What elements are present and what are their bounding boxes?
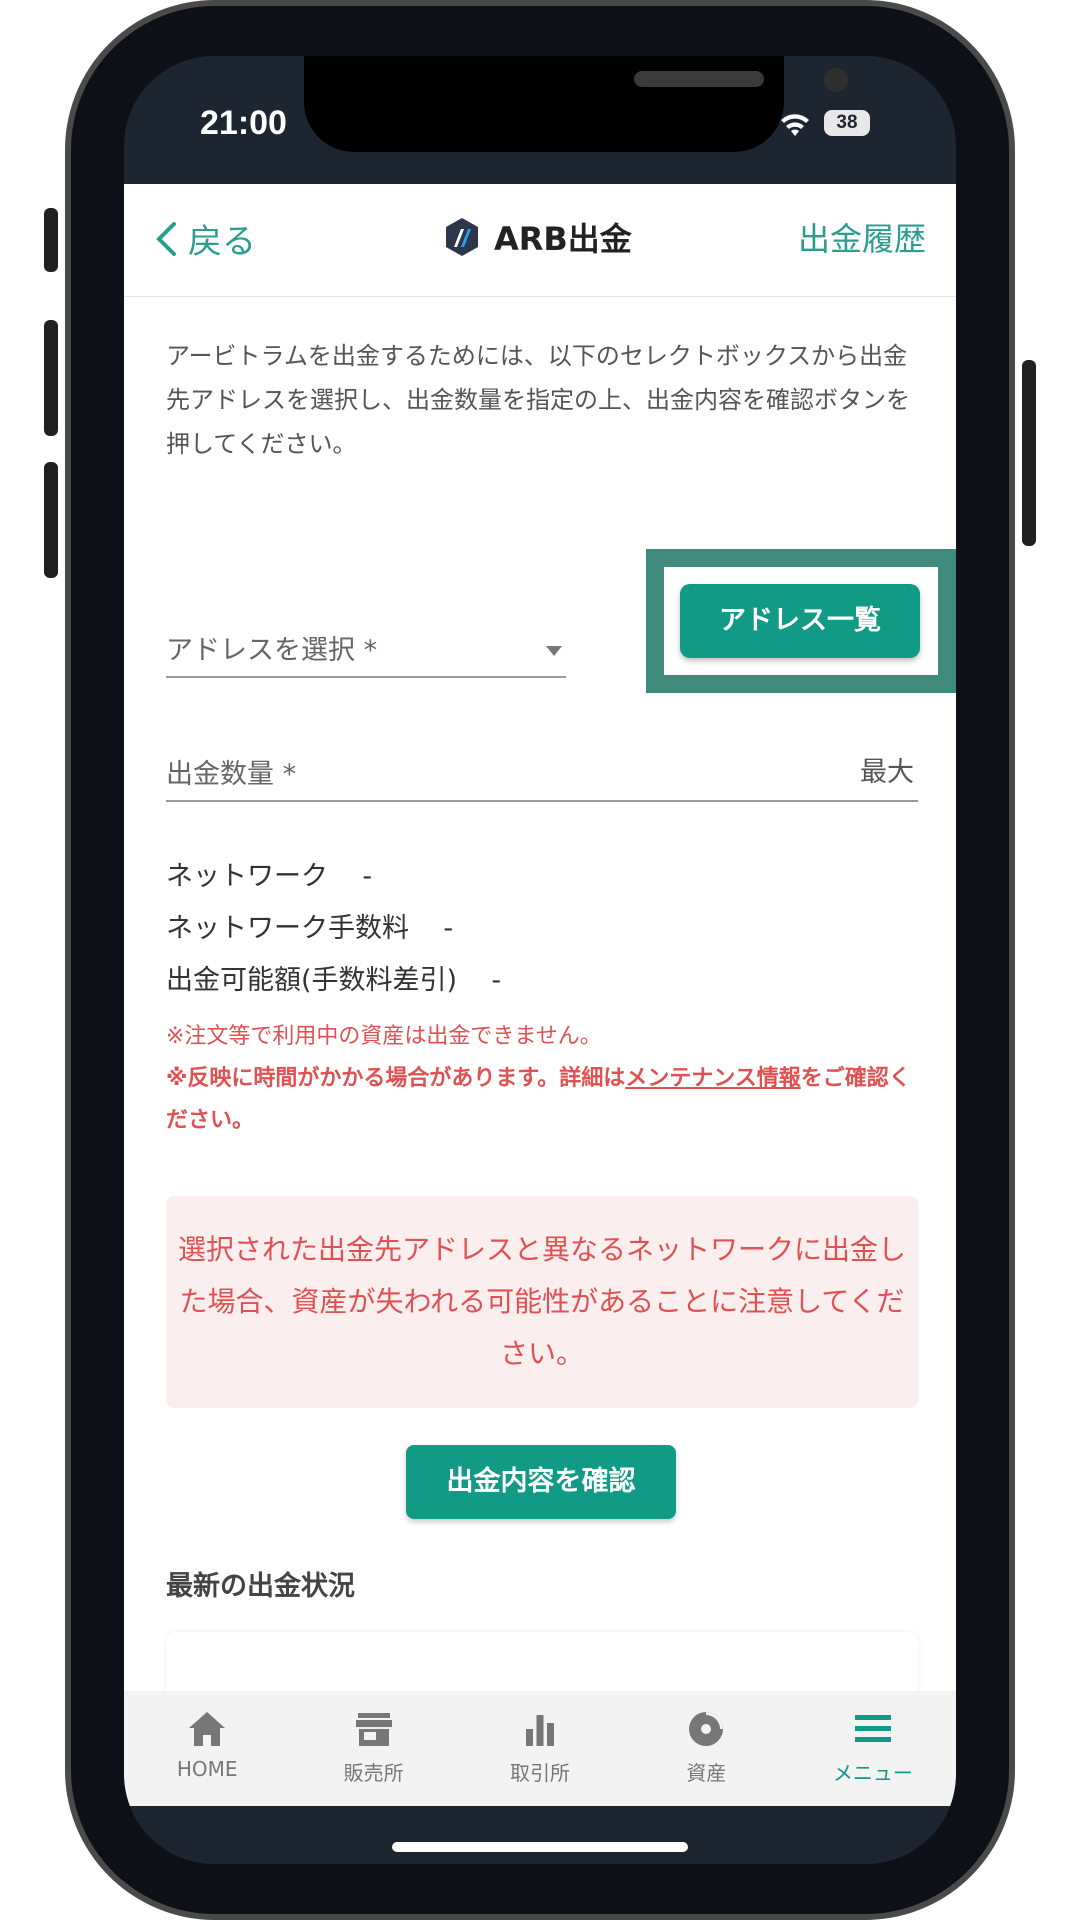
navigation-bar: 戻る ARB出金 出金履歴	[124, 184, 956, 297]
network-fee-value: -	[443, 913, 454, 944]
tab-home[interactable]: HOME	[124, 1691, 290, 1806]
battery-icon: 38	[824, 110, 870, 136]
status-time: 21:00	[200, 104, 287, 142]
store-icon	[355, 1713, 392, 1746]
bottom-tab-bar: HOME 販売所 取引所 資産 メニュー	[124, 1691, 956, 1806]
tab-exchange[interactable]: 取引所	[457, 1691, 623, 1806]
max-button[interactable]: 最大	[860, 750, 914, 789]
network-row: ネットワーク -	[166, 854, 372, 893]
available-amount-value: -	[491, 965, 502, 996]
latest-withdrawal-heading: 最新の出金状況	[166, 1571, 355, 1602]
network-label: ネットワーク	[166, 861, 328, 892]
tab-menu[interactable]: メニュー	[790, 1691, 956, 1806]
bar-chart-icon	[526, 1715, 555, 1746]
status-bar: 21:00 38	[124, 56, 956, 184]
tab-menu-label: メニュー	[832, 1761, 913, 1785]
tab-store-label: 販売所	[343, 1761, 404, 1785]
battery-level: 38	[836, 112, 858, 133]
note-reflection-delay: ※反映に時間がかかる場合があります。詳細はメンテナンス情報をご確認ください。	[166, 1058, 926, 1142]
instruction-text: アービトラムを出金するためには、以下のセレクトボックスから出金先アドレスを選択し…	[166, 342, 910, 458]
confirm-withdrawal-button[interactable]: 出金内容を確認	[406, 1445, 676, 1519]
dropdown-arrow-icon	[546, 646, 562, 656]
back-label: 戻る	[188, 222, 256, 262]
volume-down-button	[44, 462, 58, 578]
home-indicator-area	[124, 1806, 956, 1864]
wifi-icon	[781, 114, 809, 136]
tab-assets-label: 資産	[686, 1761, 727, 1785]
front-camera	[824, 68, 848, 92]
home-indicator[interactable]	[392, 1842, 688, 1852]
mute-switch	[44, 208, 58, 272]
screen: 21:00 38 戻る ARB出金 出金履歴 アービトラムを出金するためには、以…	[124, 56, 956, 1864]
volume-up-button	[44, 320, 58, 436]
back-button[interactable]: 戻る	[154, 214, 256, 263]
tab-assets[interactable]: 資産	[623, 1691, 789, 1806]
address-list-button[interactable]: アドレス一覧	[680, 584, 920, 658]
menu-icon	[854, 1715, 891, 1742]
app-content: 戻る ARB出金 出金履歴 アービトラムを出金するためには、以下のセレクトボック…	[124, 184, 956, 1752]
network-fee-label: ネットワーク手数料	[166, 913, 409, 944]
tab-exchange-label: 取引所	[510, 1761, 571, 1785]
tab-store[interactable]: 販売所	[290, 1691, 456, 1806]
tab-home-label: HOME	[176, 1757, 238, 1781]
chevron-left-icon	[156, 221, 176, 256]
amount-label: 出金数量 *	[166, 759, 297, 790]
home-icon	[189, 1712, 226, 1746]
network-value: -	[362, 861, 373, 892]
title-text: ARB出金	[494, 220, 632, 258]
address-select-label: アドレスを選択 *	[166, 635, 378, 666]
network-warning-box: 選択された出金先アドレスと異なるネットワークに出金した場合、資産が失われる可能性…	[166, 1196, 918, 1408]
network-fee-row: ネットワーク手数料 -	[166, 906, 453, 945]
power-button	[1022, 360, 1036, 546]
note-reflection-prefix: ※反映に時間がかかる場合があります。詳細は	[166, 1066, 626, 1091]
arbitrum-logo-icon	[446, 218, 478, 256]
withdrawal-history-link[interactable]: 出金履歴	[798, 214, 926, 260]
note-in-use-assets: ※注文等で利用中の資産は出金できません。	[166, 1024, 602, 1049]
page-title: ARB出金	[444, 214, 632, 260]
pie-chart-icon	[689, 1712, 724, 1746]
speaker-grille	[634, 71, 764, 87]
amount-input[interactable]: 出金数量 *	[166, 704, 918, 802]
notch	[304, 56, 848, 152]
maintenance-info-link[interactable]: メンテナンス情報	[625, 1066, 801, 1091]
address-select[interactable]: アドレスを選択 *	[166, 546, 566, 678]
available-amount-label: 出金可能額(手数料差引)	[166, 965, 458, 996]
available-amount-row: 出金可能額(手数料差引) -	[166, 958, 501, 997]
